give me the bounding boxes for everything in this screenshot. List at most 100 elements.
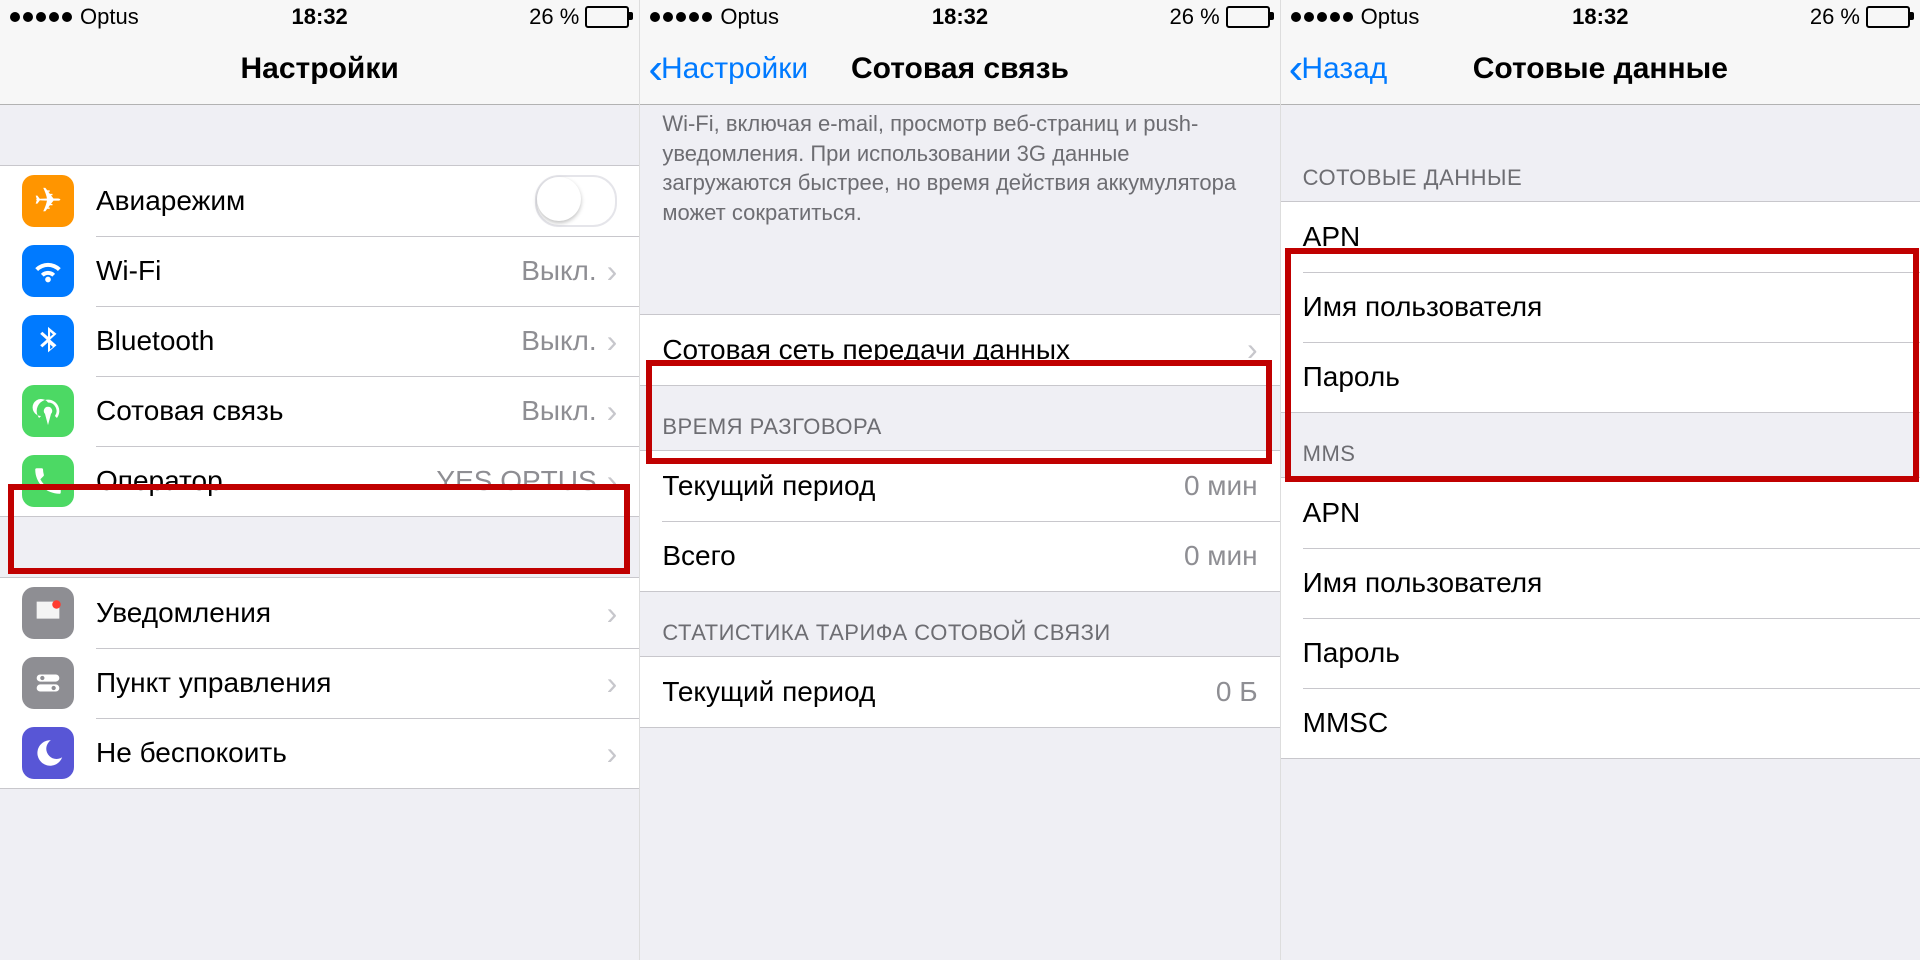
row-label: APN <box>1303 221 1898 253</box>
battery-icon <box>1226 6 1270 28</box>
page-title: Сотовые данные <box>1473 52 1728 86</box>
signal-icon <box>650 12 712 22</box>
row-mmsc[interactable]: MMSC <box>1281 688 1920 758</box>
chevron-right-icon: › <box>607 393 618 430</box>
section-header-cell-stats: СТАТИСТИКА ТАРИФА СОТОВОЙ СВЯЗИ <box>640 592 1279 656</box>
chevron-right-icon: › <box>1247 331 1258 368</box>
battery-pct-label: 26 % <box>1810 4 1860 30</box>
section-header-talk-time: ВРЕМЯ РАЗГОВОРА <box>640 386 1279 450</box>
back-button[interactable]: ‹ Настройки <box>648 47 808 91</box>
status-bar: Optus 18:32 26 % <box>0 0 639 34</box>
row-value: YES OPTUS <box>436 465 596 497</box>
row-mms-password[interactable]: Пароль <box>1281 618 1920 688</box>
row-label: Имя пользователя <box>1303 567 1898 599</box>
row-label: Не беспокоить <box>96 737 607 769</box>
wifi-icon <box>22 245 74 297</box>
screen-settings-root: Optus 18:32 26 % Настройки ✈ Авиарежим <box>0 0 640 960</box>
signal-icon <box>1291 12 1353 22</box>
cellular-icon <box>22 385 74 437</box>
row-bluetooth[interactable]: Bluetooth Выкл. › <box>0 306 639 376</box>
back-label: Назад <box>1301 52 1387 86</box>
airplane-toggle[interactable] <box>535 175 617 227</box>
row-value: Выкл. <box>521 325 596 357</box>
row-mms-username[interactable]: Имя пользователя <box>1281 548 1920 618</box>
row-label: Bluetooth <box>96 325 521 357</box>
section-header-cellular-data: СОТОВЫЕ ДАННЫЕ <box>1281 105 1920 201</box>
status-bar: Optus 18:32 26 % <box>1281 0 1920 34</box>
row-value: 0 мин <box>1184 540 1258 572</box>
section-header-mms: MMS <box>1281 413 1920 477</box>
row-label: Авиарежим <box>96 185 535 217</box>
row-mms-apn[interactable]: APN <box>1281 478 1920 548</box>
chevron-right-icon: › <box>607 323 618 360</box>
row-wifi[interactable]: Wi-Fi Выкл. › <box>0 236 639 306</box>
row-label: Сотовая сеть передачи данных <box>662 334 1247 366</box>
clock-label: 18:32 <box>1572 4 1628 30</box>
row-notifications[interactable]: Уведомления › <box>0 578 639 648</box>
navbar: Настройки <box>0 34 639 105</box>
moon-icon <box>22 727 74 779</box>
status-bar: Optus 18:32 26 % <box>640 0 1279 34</box>
chevron-right-icon: › <box>607 665 618 702</box>
clock-label: 18:32 <box>932 4 988 30</box>
chevron-right-icon: › <box>607 253 618 290</box>
carrier-label: Optus <box>1361 4 1420 30</box>
row-cellular[interactable]: Сотовая связь Выкл. › <box>0 376 639 446</box>
row-label: Уведомления <box>96 597 607 629</box>
row-password[interactable]: Пароль <box>1281 342 1920 412</box>
row-cellular-data-network[interactable]: Сотовая сеть передачи данных › <box>640 315 1279 385</box>
row-username[interactable]: Имя пользователя <box>1281 272 1920 342</box>
signal-icon <box>10 12 72 22</box>
airplane-icon: ✈ <box>22 175 74 227</box>
control-center-icon <box>22 657 74 709</box>
settings-group-connectivity: ✈ Авиарежим Wi-Fi Выкл. › Bluetoo <box>0 165 639 517</box>
row-label: MMSC <box>1303 707 1898 739</box>
clock-label: 18:32 <box>292 4 348 30</box>
battery-icon <box>585 6 629 28</box>
row-label: Пароль <box>1303 637 1898 669</box>
row-talk-current: Текущий период 0 мин <box>640 451 1279 521</box>
row-airplane-mode[interactable]: ✈ Авиарежим <box>0 166 639 236</box>
row-value: 0 мин <box>1184 470 1258 502</box>
notifications-icon <box>22 587 74 639</box>
screen-cellular-data: Optus 18:32 26 % ‹ Назад Сотовые данные … <box>1281 0 1920 960</box>
row-label: Пункт управления <box>96 667 607 699</box>
battery-icon <box>1866 6 1910 28</box>
battery-pct-label: 26 % <box>1170 4 1220 30</box>
row-label: Wi-Fi <box>96 255 521 287</box>
battery-pct-label: 26 % <box>529 4 579 30</box>
row-label: Пароль <box>1303 361 1898 393</box>
navbar: ‹ Назад Сотовые данные <box>1281 34 1920 105</box>
bluetooth-icon <box>22 315 74 367</box>
phone-icon <box>22 455 74 507</box>
row-value: Выкл. <box>521 395 596 427</box>
row-label: Оператор <box>96 465 436 497</box>
row-label: Текущий период <box>662 470 1184 502</box>
row-control-center[interactable]: Пункт управления › <box>0 648 639 718</box>
row-dnd[interactable]: Не беспокоить › <box>0 718 639 788</box>
row-stats-current: Текущий период 0 Б <box>640 657 1279 727</box>
chevron-right-icon: › <box>607 463 618 500</box>
chevron-right-icon: › <box>607 735 618 772</box>
back-label: Настройки <box>661 52 808 86</box>
row-carrier[interactable]: Оператор YES OPTUS › <box>0 446 639 516</box>
back-button[interactable]: ‹ Назад <box>1289 47 1388 91</box>
info-footer: Wi-Fi, включая e-mail, просмотр веб-стра… <box>640 105 1279 244</box>
page-title: Сотовая связь <box>851 52 1069 86</box>
row-apn[interactable]: APN <box>1281 202 1920 272</box>
row-talk-total: Всего 0 мин <box>640 521 1279 591</box>
row-value: 0 Б <box>1216 676 1258 708</box>
row-label: Текущий период <box>662 676 1216 708</box>
row-label: APN <box>1303 497 1898 529</box>
page-title: Настройки <box>241 52 399 86</box>
screen-cellular: Optus 18:32 26 % ‹ Настройки Сотовая свя… <box>640 0 1280 960</box>
chevron-right-icon: › <box>607 595 618 632</box>
navbar: ‹ Настройки Сотовая связь <box>640 34 1279 105</box>
carrier-label: Optus <box>80 4 139 30</box>
carrier-label: Optus <box>720 4 779 30</box>
settings-group-system: Уведомления › Пункт управления › Не бесп… <box>0 577 639 789</box>
row-label: Имя пользователя <box>1303 291 1898 323</box>
row-label: Всего <box>662 540 1184 572</box>
row-label: Сотовая связь <box>96 395 521 427</box>
row-value: Выкл. <box>521 255 596 287</box>
